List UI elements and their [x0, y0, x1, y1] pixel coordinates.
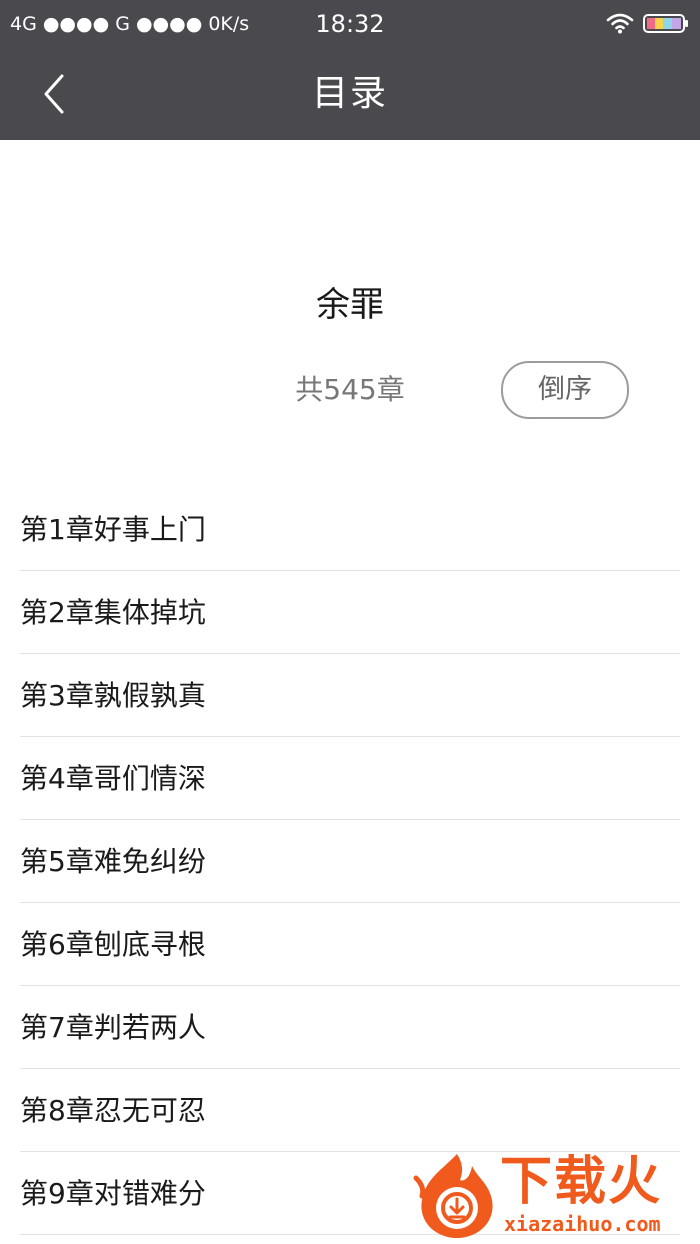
watermark-brand: 下载火 — [500, 1152, 663, 1212]
chapter-item[interactable]: 第1章好事上门 — [20, 488, 680, 571]
catalog-page: 4G ●●●● G ●●●● 0K/s 18:32 目录 余罪 共545章 倒序… — [0, 0, 700, 1244]
top-bar: 4G ●●●● G ●●●● 0K/s 18:32 目录 — [0, 0, 700, 140]
chapter-item[interactable]: 第3章孰假孰真 — [20, 654, 680, 737]
book-title: 余罪 — [316, 285, 384, 325]
page-title: 目录 — [311, 73, 388, 114]
watermark-url: xiazaihuo.com — [504, 1212, 661, 1236]
status-bar: 4G ●●●● G ●●●● 0K/s 18:32 — [0, 0, 700, 48]
chapter-count: 共545章 — [295, 373, 405, 406]
wifi-icon — [606, 12, 634, 34]
flame-logo-icon — [412, 1150, 502, 1242]
chapter-item[interactable]: 第6章刨底寻根 — [20, 903, 680, 986]
chapter-item[interactable]: 第7章判若两人 — [20, 986, 680, 1069]
chapter-list: 第1章好事上门 第2章集体掉坑 第3章孰假孰真 第4章哥们情深 第5章难免纠纷 … — [20, 488, 680, 1235]
chapter-item[interactable]: 第4章哥们情深 — [20, 737, 680, 820]
watermark: 下载火 xiazaihuo.com — [412, 1150, 697, 1242]
chapter-item[interactable]: 第5章难免纠纷 — [20, 820, 680, 903]
reverse-order-button[interactable]: 倒序 — [501, 361, 629, 419]
chapter-item[interactable]: 第2章集体掉坑 — [20, 571, 680, 654]
chapter-item[interactable]: 第8章忍无可忍 — [20, 1069, 680, 1152]
battery-icon — [643, 14, 689, 33]
clock: 18:32 — [315, 10, 385, 38]
